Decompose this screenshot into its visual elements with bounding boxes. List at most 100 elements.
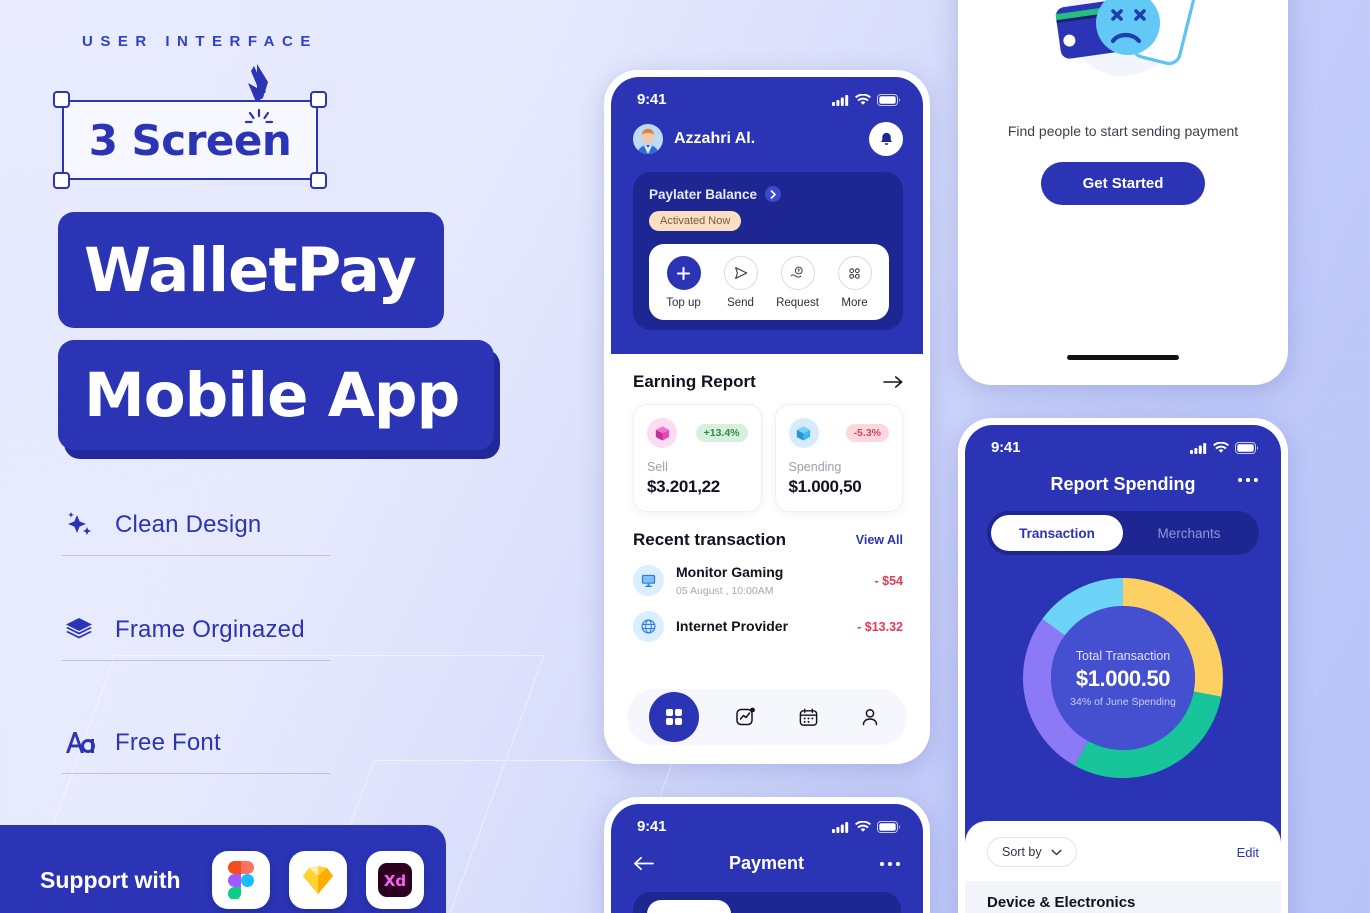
click-burst-icon [244, 108, 274, 130]
tab-transaction[interactable]: Transaction [991, 515, 1123, 551]
chevron-down-icon [1051, 849, 1062, 856]
battery-icon [877, 820, 900, 833]
action-label: More [841, 297, 868, 309]
feature-free-font: Free Font [62, 713, 330, 774]
selection-label: 3 Screen [88, 115, 292, 165]
action-top-up[interactable]: Top up [656, 256, 712, 309]
status-time: 9:41 [637, 818, 667, 835]
tab-profile[interactable] [855, 702, 885, 732]
home-indicator [1067, 355, 1179, 360]
action-more[interactable]: More [827, 256, 883, 309]
list-item-text: Monitor Gaming 05 August , 10:00AM [676, 564, 863, 597]
wifi-icon [855, 93, 871, 105]
more-horizontal-icon[interactable] [879, 860, 901, 868]
get-started-button[interactable]: Get Started [1040, 162, 1206, 205]
phone-home: 9:41 Azzahri Al. Paylater Balance Activa… [604, 70, 930, 764]
action-request[interactable]: Request [770, 256, 826, 309]
paylater-balance-card[interactable]: Paylater Balance Activated Now Top up Se… [633, 172, 903, 330]
edit-link[interactable]: Edit [1237, 845, 1259, 860]
action-label: Top up [666, 297, 701, 309]
status-icons [1190, 441, 1259, 454]
phone-empty-screen: ? Find people to start sending payment G… [965, 0, 1281, 378]
tab-home[interactable] [649, 692, 699, 742]
tab-calendar[interactable] [793, 702, 823, 732]
home-user-row: Azzahri Al. [611, 112, 923, 156]
signal-icon [832, 821, 849, 833]
status-time: 9:41 [637, 91, 667, 108]
status-time: 9:41 [991, 439, 1021, 456]
action-send[interactable]: Send [713, 256, 769, 309]
status-bar: 9:41 [611, 804, 923, 839]
arrow-left-icon[interactable] [633, 856, 654, 871]
cube-blue-icon [788, 418, 819, 448]
chevron-right-icon[interactable] [765, 186, 782, 202]
phone-report-screen: 9:41 Report Spending Transaction Merchan… [965, 425, 1281, 913]
donut-center-label: Total Transaction $1.000.50 34% of June … [1022, 577, 1224, 779]
list-item-text: Internet Provider [676, 618, 845, 636]
balance-label: Paylater Balance [649, 186, 758, 202]
wallet-sad-phone-icon: ? [1028, 0, 1218, 107]
home-header: 9:41 Azzahri Al. Paylater Balance Activa… [611, 77, 923, 354]
feature-clean-design: Clean Design [62, 495, 330, 556]
grid-icon [837, 256, 872, 290]
view-all-link[interactable]: View All [856, 533, 903, 547]
quick-actions: Top up Send Request More [649, 244, 889, 320]
feature-frame-organized: Frame Orginazed [62, 600, 330, 661]
feature-label: Frame Orginazed [115, 616, 305, 643]
card-label: Spending [788, 460, 842, 474]
bell-icon[interactable] [869, 122, 903, 156]
status-icons [832, 820, 901, 833]
report-nav: Report Spending [965, 460, 1281, 495]
globe-icon [633, 611, 664, 642]
list-item[interactable]: Internet Provider - $13.32 [633, 611, 903, 642]
payment-header: 9:41 Payment [611, 804, 923, 913]
earning-card-spending[interactable]: -5.3% Spending $1.000,50 [774, 404, 903, 512]
eyebrow-label: USER INTERFACE [82, 33, 318, 50]
divider [62, 555, 330, 556]
phone-home-screen: 9:41 Azzahri Al. Paylater Balance Activa… [611, 77, 923, 757]
balance-label-row: Paylater Balance [649, 186, 889, 202]
font-icon [62, 728, 96, 758]
sparkles-icon [62, 510, 96, 540]
avatar[interactable] [633, 124, 663, 154]
action-label: Send [727, 297, 754, 309]
earning-card-sell[interactable]: +13.4% Sell $3.201,22 [633, 404, 762, 512]
selection-box: 3 Screen [53, 64, 327, 189]
sort-by-button[interactable]: Sort by [987, 837, 1077, 867]
more-horizontal-icon[interactable] [1237, 476, 1259, 484]
user-identity[interactable]: Azzahri Al. [633, 124, 755, 154]
layers-icon [62, 615, 96, 645]
tab-merchants[interactable]: Merchants [1123, 515, 1255, 551]
title-chip-walletpay: WalletPay [58, 212, 444, 328]
page-title: Payment [728, 853, 805, 873]
signal-icon [832, 94, 849, 106]
figma-icon[interactable] [211, 851, 270, 909]
wifi-icon [855, 820, 871, 832]
request-icon [780, 256, 815, 290]
battery-icon [1235, 441, 1258, 454]
resize-handle-top-left[interactable] [53, 91, 70, 108]
feature-label: Free Font [115, 729, 221, 756]
section-title: Recent transaction [633, 530, 787, 549]
empty-state-caption: Find people to start sending payment [1007, 123, 1239, 139]
resize-handle-bottom-right[interactable] [310, 172, 327, 189]
adobe-xd-icon[interactable]: Xd [365, 851, 424, 909]
card-value: $1.000,50 [788, 477, 862, 496]
card-label: Sell [647, 460, 668, 474]
arrow-right-icon[interactable] [883, 375, 903, 389]
tab-stats[interactable] [731, 702, 761, 732]
resize-handle-bottom-left[interactable] [53, 172, 70, 189]
phone-payment: 9:41 Payment [604, 797, 930, 913]
page-title: Report Spending [1050, 474, 1196, 494]
transaction-amount: - $54 [874, 573, 904, 588]
divider [62, 660, 330, 661]
transaction-name: Monitor Gaming [676, 564, 784, 580]
list-item[interactable]: Monitor Gaming 05 August , 10:00AM - $54 [633, 564, 903, 597]
sheet-header: Sort by Edit [987, 837, 1259, 867]
spending-donut-chart: Total Transaction $1.000.50 34% of June … [965, 577, 1281, 779]
resize-handle-top-right[interactable] [310, 91, 327, 108]
payment-card-chip [647, 900, 731, 913]
sketch-icon[interactable] [288, 851, 347, 909]
phone-empty-state: ? Find people to start sending payment G… [958, 0, 1288, 385]
support-bar: Support with Xd [0, 825, 446, 913]
